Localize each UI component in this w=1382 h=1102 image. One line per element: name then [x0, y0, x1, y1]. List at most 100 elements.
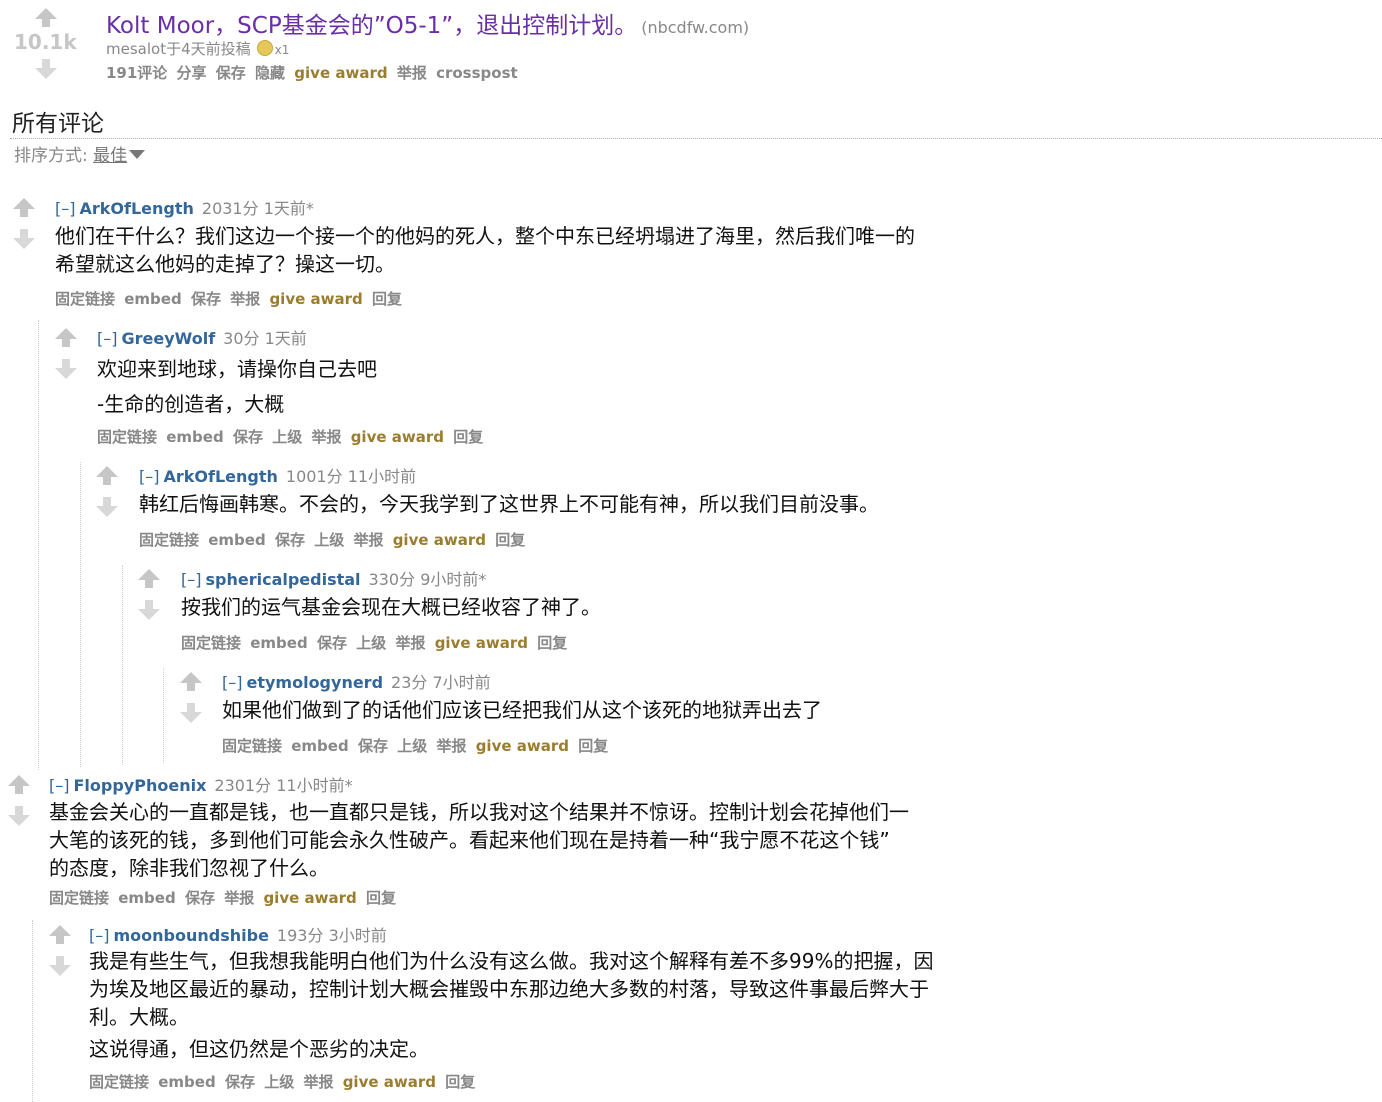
- upvote-icon[interactable]: [8, 775, 30, 794]
- upvote-icon[interactable]: [49, 925, 71, 944]
- save-button[interactable]: 保存: [358, 737, 388, 755]
- parent-button[interactable]: 上级: [397, 737, 427, 755]
- chevron-down-icon[interactable]: [129, 150, 146, 159]
- give-award-button[interactable]: give award: [269, 290, 362, 308]
- comments-link[interactable]: 191评论: [106, 64, 167, 82]
- collapse-toggle[interactable]: [–]: [55, 199, 75, 218]
- give-award-button[interactable]: give award: [393, 531, 486, 549]
- downvote-icon[interactable]: [13, 229, 35, 249]
- report-button[interactable]: 举报: [436, 737, 466, 755]
- save-button[interactable]: 保存: [275, 531, 305, 549]
- report-button[interactable]: 举报: [303, 1073, 333, 1091]
- hide-button[interactable]: 隐藏: [255, 64, 285, 82]
- report-button[interactable]: 举报: [353, 531, 383, 549]
- comment-tagline: [–] FloppyPhoenix 2301分 11小时前*: [49, 772, 353, 796]
- permalink-button[interactable]: 固定链接: [139, 531, 199, 549]
- collapse-toggle[interactable]: [–]: [97, 329, 117, 348]
- collapse-toggle[interactable]: [–]: [181, 570, 201, 589]
- give-award-button[interactable]: give award: [343, 1073, 436, 1091]
- permalink-button[interactable]: 固定链接: [222, 737, 282, 755]
- permalink-button[interactable]: 固定链接: [97, 428, 157, 446]
- comment-author[interactable]: etymologynerd: [246, 673, 383, 692]
- collapse-toggle[interactable]: [–]: [89, 926, 109, 945]
- crosspost-button[interactable]: crosspost: [436, 64, 518, 82]
- upvote-icon[interactable]: [180, 672, 202, 691]
- downvote-icon[interactable]: [55, 359, 77, 379]
- comment-score: 30分: [223, 329, 260, 348]
- collapse-toggle[interactable]: [–]: [49, 776, 69, 795]
- comment-author[interactable]: sphericalpedistal: [205, 570, 360, 589]
- embed-button[interactable]: embed: [158, 1073, 215, 1091]
- embed-button[interactable]: embed: [118, 889, 175, 907]
- report-button[interactable]: 举报: [395, 634, 425, 652]
- collapse-toggle[interactable]: [–]: [139, 467, 159, 486]
- reply-button[interactable]: 回复: [578, 737, 608, 755]
- reply-button[interactable]: 回复: [537, 634, 567, 652]
- comment-buttons: 固定链接 embed 保存 上级 举报 give award 回复: [97, 426, 487, 447]
- post-upvote-icon[interactable]: [35, 8, 57, 27]
- save-button[interactable]: 保存: [233, 428, 263, 446]
- comment-author[interactable]: FloppyPhoenix: [73, 776, 206, 795]
- embed-button[interactable]: embed: [166, 428, 223, 446]
- save-button[interactable]: 保存: [185, 889, 215, 907]
- give-award-button[interactable]: give award: [351, 428, 444, 446]
- parent-button[interactable]: 上级: [272, 428, 302, 446]
- downvote-icon[interactable]: [96, 497, 118, 517]
- reply-button[interactable]: 回复: [495, 531, 525, 549]
- save-button[interactable]: 保存: [317, 634, 347, 652]
- comment-text: 希望就这么他妈的走掉了？操这一切。: [55, 252, 395, 276]
- collapse-toggle[interactable]: [–]: [222, 673, 242, 692]
- comment-author[interactable]: ArkOfLength: [79, 199, 193, 218]
- save-button[interactable]: 保存: [191, 290, 221, 308]
- share-button[interactable]: 分享: [177, 64, 207, 82]
- comment-author[interactable]: moonboundshibe: [113, 926, 268, 945]
- comment-text: 我是有些生气，但我想我能明白他们为什么没有这么做。我对这个解释有差不多99%的把…: [89, 949, 934, 973]
- comment-score: 330分: [368, 570, 416, 589]
- comment-score: 1001分: [285, 467, 343, 486]
- reply-button[interactable]: 回复: [453, 428, 483, 446]
- report-button[interactable]: 举报: [230, 290, 260, 308]
- comment-tagline: [–] ArkOfLength 2031分 1天前*: [55, 195, 314, 219]
- upvote-icon[interactable]: [138, 569, 160, 588]
- parent-button[interactable]: 上级: [264, 1073, 294, 1091]
- post-title-row: Kolt Moor，SCP基金会的”O5-1”，退出控制计划。 (nbcdfw.c…: [106, 6, 749, 40]
- comment-buttons: 固定链接 embed 保存 上级 举报 give award 回复: [222, 735, 612, 756]
- save-button[interactable]: 保存: [216, 64, 246, 82]
- post-domain[interactable]: (nbcdfw.com): [641, 18, 749, 37]
- upvote-icon[interactable]: [13, 198, 35, 217]
- save-button[interactable]: 保存: [225, 1073, 255, 1091]
- report-button[interactable]: 举报: [311, 428, 341, 446]
- permalink-button[interactable]: 固定链接: [89, 1073, 149, 1091]
- upvote-icon[interactable]: [96, 466, 118, 485]
- reply-button[interactable]: 回复: [445, 1073, 475, 1091]
- comments-title: 所有评论: [12, 111, 104, 137]
- downvote-icon[interactable]: [8, 806, 30, 826]
- report-button[interactable]: 举报: [397, 64, 427, 82]
- sort-dropdown[interactable]: 最佳: [93, 146, 127, 166]
- comment-author[interactable]: ArkOfLength: [163, 467, 277, 486]
- embed-button[interactable]: embed: [250, 634, 307, 652]
- comment-author[interactable]: GreeyWolf: [121, 329, 215, 348]
- give-award-button[interactable]: give award: [294, 64, 387, 82]
- parent-button[interactable]: 上级: [314, 531, 344, 549]
- downvote-icon[interactable]: [138, 600, 160, 620]
- parent-button[interactable]: 上级: [356, 634, 386, 652]
- embed-button[interactable]: embed: [208, 531, 265, 549]
- permalink-button[interactable]: 固定链接: [55, 290, 115, 308]
- give-award-button[interactable]: give award: [476, 737, 569, 755]
- downvote-icon[interactable]: [49, 956, 71, 976]
- report-button[interactable]: 举报: [224, 889, 254, 907]
- reply-button[interactable]: 回复: [366, 889, 396, 907]
- reply-button[interactable]: 回复: [372, 290, 402, 308]
- embed-button[interactable]: embed: [124, 290, 181, 308]
- permalink-button[interactable]: 固定链接: [181, 634, 241, 652]
- permalink-button[interactable]: 固定链接: [49, 889, 109, 907]
- downvote-icon[interactable]: [180, 703, 202, 723]
- comment-text: 韩红后悔画韩寒。不会的，今天我学到了这世界上不可能有神，所以我们目前没事。: [139, 492, 879, 516]
- post-title-link[interactable]: Kolt Moor，SCP基金会的”O5-1”，退出控制计划。: [106, 13, 637, 39]
- post-downvote-icon[interactable]: [35, 59, 57, 79]
- give-award-button[interactable]: give award: [435, 634, 528, 652]
- give-award-button[interactable]: give award: [263, 889, 356, 907]
- upvote-icon[interactable]: [55, 328, 77, 347]
- embed-button[interactable]: embed: [291, 737, 348, 755]
